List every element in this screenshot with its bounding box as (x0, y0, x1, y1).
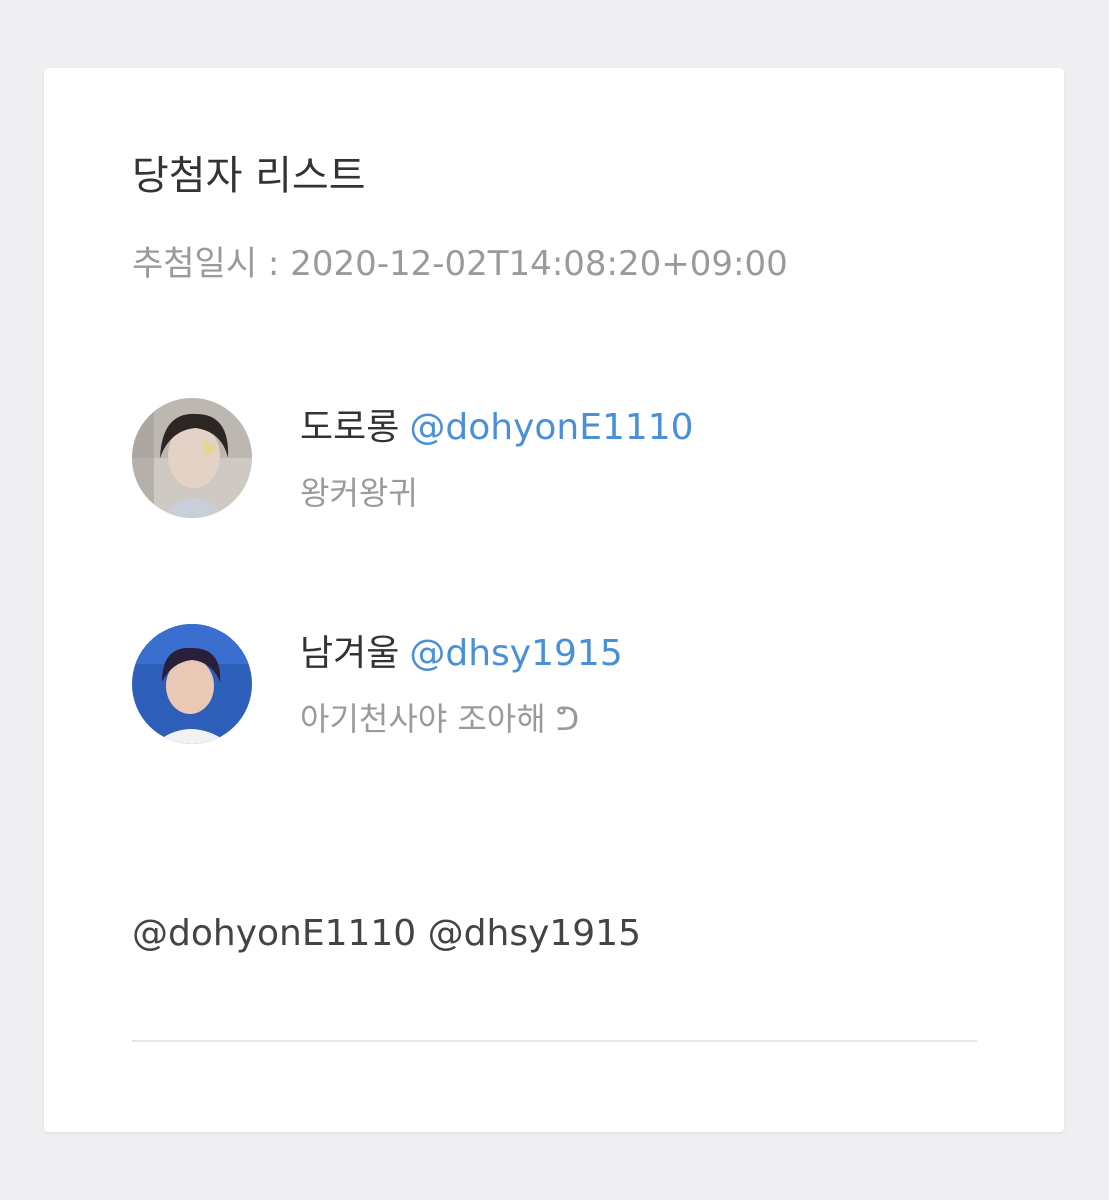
winner-item: 남겨울 @dhsy1915 아기천사야 조아해 ᕤ (132, 622, 1032, 752)
page-title: 당첨자 리스트 (132, 153, 366, 199)
winner-name-line: 도로롱 @dohyonE1110 (300, 402, 694, 454)
winner-handle-link[interactable]: @dohyonE1110 (409, 407, 693, 448)
winner-name: 도로롱 (300, 407, 400, 448)
winner-handle-link[interactable]: @dhsy1915 (409, 633, 622, 674)
avatar-image (132, 398, 252, 518)
avatar[interactable] (132, 398, 252, 518)
winner-name: 남겨울 (300, 633, 400, 674)
winner-comment: 왕커왕귀 (300, 474, 418, 512)
winner-comment: 아기천사야 조아해 ᕤ (300, 700, 580, 738)
divider (132, 1040, 977, 1042)
winner-name-line: 남겨울 @dhsy1915 (300, 628, 623, 680)
winner-list-card: 당첨자 리스트 추첨일시 : 2020-12-02T14:08:20+09:00… (44, 68, 1064, 1132)
avatar-image (132, 624, 252, 744)
draw-date: 추첨일시 : 2020-12-02T14:08:20+09:00 (132, 244, 788, 284)
avatar[interactable] (132, 624, 252, 744)
winner-item: 도로롱 @dohyonE1110 왕커왕귀 (132, 396, 1032, 526)
mentions-text: @dohyonE1110 @dhsy1915 (132, 913, 641, 954)
